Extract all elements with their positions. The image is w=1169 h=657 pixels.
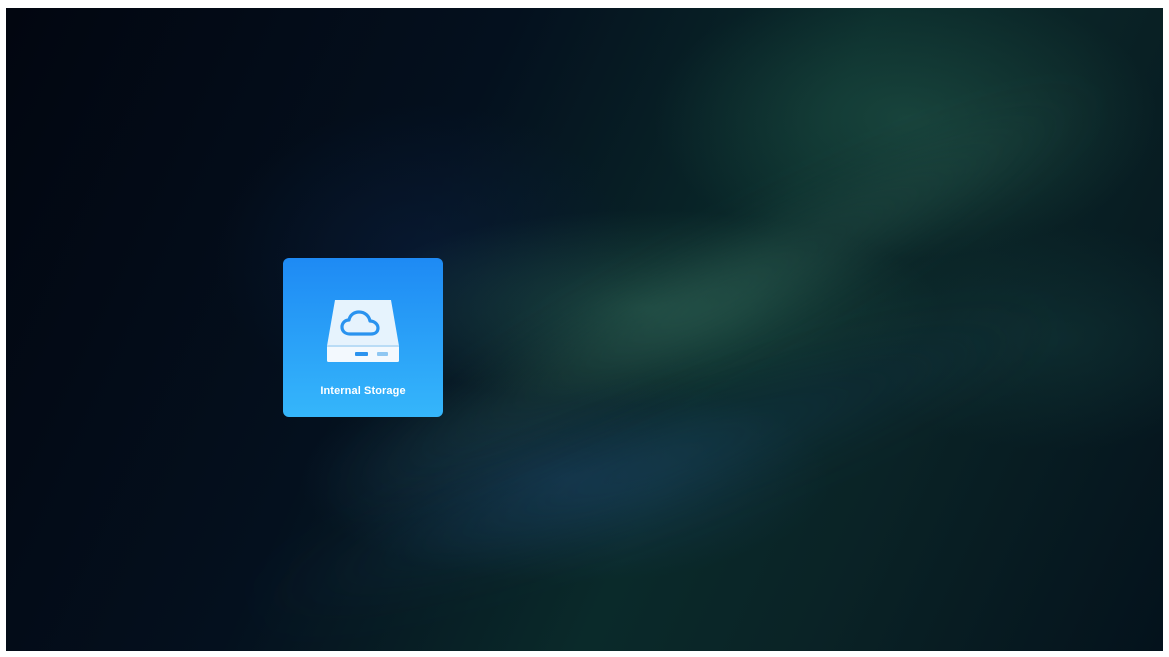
hard-drive-cloud-icon (327, 300, 399, 362)
internal-storage-tile[interactable]: Internal Storage (283, 258, 443, 417)
tile-label: Internal Storage (320, 385, 406, 397)
media-browser-screen: Internal Storage (6, 8, 1163, 651)
